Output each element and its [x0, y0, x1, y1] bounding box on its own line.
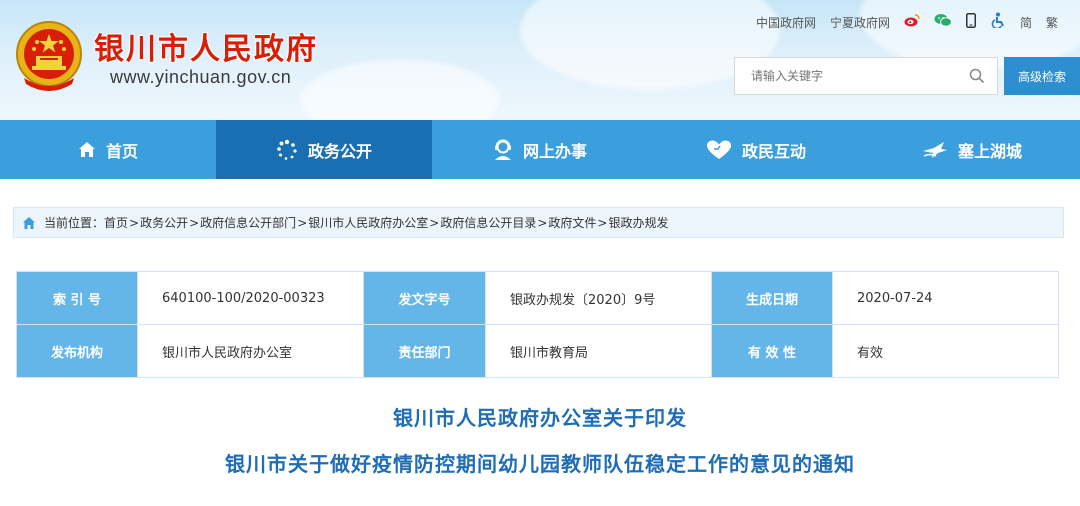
nav-item-interaction[interactable]: 政民互动 [648, 120, 864, 179]
creation-date-value: 2020-07-24 [832, 271, 1059, 325]
breadcrumb-separator: > [429, 215, 440, 230]
search-icon[interactable] [957, 58, 997, 94]
table-row: 发布机构 银川市人民政府办公室 责任部门 银川市教育局 有 效 性 有效 [16, 324, 1059, 378]
home-icon [23, 216, 35, 229]
nav-item-government-affairs[interactable]: 政务公开 [216, 120, 432, 179]
breadcrumb-separator: > [189, 215, 200, 230]
publisher-label: 发布机构 [16, 324, 138, 378]
home-icon [78, 141, 95, 157]
top-links: 中国政府网 宁夏政府网 简 繁 [756, 12, 1058, 32]
creation-date-label: 生成日期 [711, 271, 833, 325]
breadcrumb-separator: > [297, 215, 308, 230]
breadcrumb-item[interactable]: 政务公开 [140, 214, 188, 231]
table-row: 索 引 号 640100-100/2020-00323 发文字号 银政办规发〔2… [16, 271, 1059, 325]
nav-item-label: 政务公开 [307, 141, 372, 161]
breadcrumb-separator: > [129, 215, 140, 230]
heart-icon [706, 140, 731, 159]
publisher-value: 银川市人民政府办公室 [137, 324, 364, 378]
search-input[interactable] [735, 58, 957, 94]
index-number-label: 索 引 号 [16, 271, 138, 325]
breadcrumb-item[interactable]: 银川市人民政府办公室 [308, 214, 428, 231]
dots-circle-icon [277, 139, 297, 160]
document-number-value: 银政办规发〔2020〕9号 [485, 271, 712, 325]
search-box [734, 57, 998, 95]
nav-item-label: 塞上湖城 [957, 141, 1022, 161]
document-number-label: 发文字号 [363, 271, 486, 325]
phone-icon[interactable] [965, 12, 976, 32]
service-person-icon [494, 139, 511, 160]
breadcrumb: 当前位置： 首页 > 政务公开 > 政府信息公开部门 > 银川市人民政府办公室 … [13, 207, 1064, 238]
nav-item-lake-city[interactable]: 塞上湖城 [864, 120, 1080, 179]
header-cloud [300, 60, 500, 120]
ningxia-gov-link[interactable]: 宁夏政府网 [830, 14, 890, 31]
validity-value: 有效 [832, 324, 1059, 378]
breadcrumb-item[interactable]: 银政办规发 [608, 214, 668, 231]
document-title-line-2: 银川市关于做好疫情防控期间幼儿园教师队伍稳定工作的意见的通知 [225, 452, 855, 476]
responsible-dept-value: 银川市教育局 [485, 324, 712, 378]
index-number-value: 640100-100/2020-00323 [137, 271, 364, 325]
weibo-icon[interactable] [904, 13, 920, 31]
site-title[interactable]: 银川市人民政府 [94, 24, 318, 68]
breadcrumb-item[interactable]: 政府文件 [548, 214, 596, 231]
validity-label: 有 效 性 [711, 324, 833, 378]
advanced-search-button[interactable]: 高级检索 [1004, 57, 1080, 95]
breadcrumb-separator: > [537, 215, 548, 230]
nav-item-label: 网上办事 [522, 141, 587, 161]
traditional-chinese-link[interactable]: 繁 [1046, 14, 1058, 31]
breadcrumb-item[interactable]: 首页 [104, 214, 128, 231]
main-nav: 首页 政务公开 网上办事 政民互动 塞上湖城 [0, 120, 1080, 179]
nav-item-label: 首页 [105, 141, 138, 161]
site-url[interactable]: www.yinchuan.gov.cn [110, 67, 291, 88]
nav-item-online-service[interactable]: 网上办事 [432, 120, 648, 179]
simplified-chinese-link[interactable]: 简 [1020, 14, 1032, 31]
responsible-dept-label: 责任部门 [363, 324, 486, 378]
breadcrumb-prefix: 当前位置： [44, 216, 105, 230]
breadcrumb-item[interactable]: 政府信息公开目录 [440, 214, 536, 231]
breadcrumb-separator: > [597, 215, 608, 230]
nav-item-label: 政民互动 [741, 141, 806, 161]
nav-item-home[interactable]: 首页 [0, 120, 216, 179]
document-title-line-1: 银川市人民政府办公室关于印发 [393, 406, 687, 430]
breadcrumb-item[interactable]: 政府信息公开部门 [200, 214, 296, 231]
bird-icon [922, 141, 947, 158]
wechat-icon[interactable] [934, 13, 952, 31]
national-emblem-icon[interactable] [14, 20, 84, 92]
china-gov-link[interactable]: 中国政府网 [756, 14, 816, 31]
site-header: 银川市人民政府 www.yinchuan.gov.cn 中国政府网 宁夏政府网 … [0, 0, 1080, 120]
accessibility-icon[interactable] [990, 12, 1006, 32]
document-info-table: 索 引 号 640100-100/2020-00323 发文字号 银政办规发〔2… [16, 271, 1059, 378]
